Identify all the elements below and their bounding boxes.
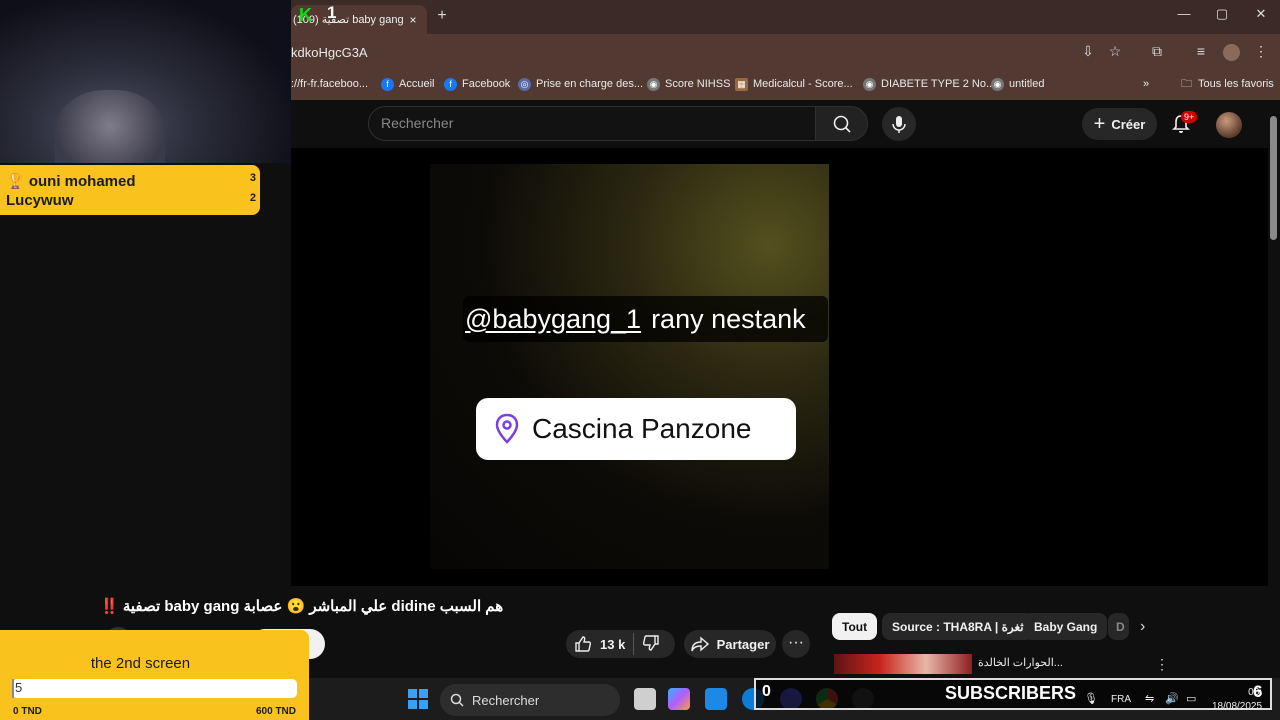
minimize-button[interactable]: —	[1172, 6, 1196, 26]
scrollbar-thumb[interactable]	[1270, 116, 1277, 240]
facebook-icon: f	[381, 77, 394, 91]
leaderboard-row: 🏆 ouni mohamed 3	[6, 172, 256, 190]
all-favorites-folder[interactable]: 🗀 Tous les favoris	[1181, 76, 1274, 92]
create-button[interactable]: + Créer	[1082, 108, 1157, 140]
volume-icon[interactable]: 🔊	[1165, 692, 1179, 705]
globe-icon: ◉	[647, 77, 660, 91]
share-icon	[690, 636, 709, 652]
copilot-icon[interactable]	[668, 688, 690, 710]
recommended-thumbnail[interactable]	[834, 654, 972, 674]
profile-avatar[interactable]	[1223, 44, 1240, 61]
thumbs-up-icon	[575, 636, 592, 652]
recommended-title[interactable]: الحوارات الخالدة...	[978, 656, 1063, 669]
bookmark-item[interactable]: f Facebook	[444, 76, 510, 92]
microphone-tray-icon[interactable]: 🎙	[1084, 692, 1098, 705]
like-button[interactable]: 13 k	[566, 635, 625, 653]
more-actions-button[interactable]: ···	[782, 630, 810, 658]
nihss-icon: ◎	[518, 77, 531, 91]
notification-badge: 9+	[1181, 111, 1198, 123]
install-app-icon[interactable]: ⇩	[1079, 43, 1097, 61]
address-bar[interactable]: kdkoHgcG3A	[291, 45, 368, 60]
dislike-button[interactable]	[642, 634, 660, 655]
leaderboard-widget: 🏆 ouni mohamed 3 Lucywuw 2	[0, 165, 260, 215]
video-handle-caption: @babygang_1 rany nestank	[463, 296, 828, 342]
file-explorer-icon[interactable]	[634, 688, 656, 710]
webcam-overlay	[0, 0, 291, 163]
bookmark-item[interactable]: ◉ untitled	[991, 76, 1044, 92]
folder-icon: 🗀	[1181, 77, 1192, 90]
overlay-big-number: 6	[1253, 682, 1263, 701]
globe-icon: ◉	[991, 77, 1004, 91]
bookmarks-more-icon[interactable]: »	[1143, 76, 1149, 92]
k-gift-label: K	[299, 5, 312, 25]
battery-icon[interactable]: ▭	[1186, 692, 1196, 705]
windows-start-icon[interactable]	[408, 689, 428, 709]
new-tab-button[interactable]: +	[434, 7, 450, 27]
facebook-icon: f	[444, 77, 457, 91]
goal-min: 0 TND	[13, 706, 42, 717]
bookmark-item[interactable]: ◎ Prise en charge des...	[518, 76, 643, 92]
subscribers-count: 0	[762, 683, 771, 700]
video-handle-suffix: rany nestank	[651, 303, 806, 334]
like-dislike-group: 13 k	[566, 630, 675, 658]
bookmark-item[interactable]: f Accueil	[381, 76, 434, 92]
chevron-right-icon[interactable]: ›	[1140, 618, 1145, 636]
maximize-button[interactable]: ▢	[1210, 6, 1234, 26]
browser-menu-icon[interactable]: ⋮	[1252, 43, 1270, 61]
goal-title: the 2nd screen	[90, 655, 191, 672]
bookmark-star-icon[interactable]: ☆	[1106, 43, 1124, 61]
extensions-icon[interactable]: ⧉	[1148, 43, 1166, 61]
video-handle: @babygang_1	[465, 303, 642, 334]
donation-goal-widget: the 2nd screen 5 0 TND 600 TND	[0, 630, 309, 720]
goal-max: 600 TND	[255, 706, 296, 717]
network-icon[interactable]: ⇋	[1145, 692, 1154, 705]
bookmark-item[interactable]: ◉ Score NIHSS	[647, 76, 730, 92]
plus-icon: +	[1093, 112, 1106, 135]
bookmark-item[interactable]: ▦ Medicalcul - Score...	[735, 76, 853, 92]
bookmark-item[interactable]: ◉ DIABETE TYPE 2 No...	[863, 76, 995, 92]
goal-progress-bar: 5	[12, 679, 297, 698]
video-frame[interactable]	[430, 164, 829, 569]
chip-truncated[interactable]: D	[1108, 613, 1129, 640]
goal-current-value: 5	[15, 680, 23, 695]
search-button[interactable]	[815, 106, 868, 141]
chip-source[interactable]: Source : THA8RA | ثغرة	[882, 613, 1034, 640]
chip-all[interactable]: Tout	[832, 613, 878, 640]
video-title: هم السبب didine علي المباشر 😮 عصابة baby…	[100, 598, 504, 615]
like-divider	[633, 633, 635, 655]
share-button[interactable]: Partager	[684, 630, 776, 658]
leaderboard-row: Lucywuw 2	[6, 192, 256, 209]
double-exclamation-icon: ‼️	[100, 598, 119, 615]
like-count: 13 k	[600, 636, 626, 652]
app-store-icon[interactable]	[705, 688, 727, 710]
close-window-button[interactable]: ✕	[1249, 6, 1273, 26]
voice-search-button[interactable]	[882, 107, 916, 141]
goal-progress-fill	[12, 679, 14, 698]
streamer-face	[55, 90, 165, 163]
reading-list-icon[interactable]: ≡	[1192, 43, 1210, 61]
location-pin-icon	[495, 413, 519, 444]
k-gift-count: 1	[327, 3, 337, 22]
location-name: Cascina Panzone	[532, 413, 752, 444]
subscribers-label: SUBSCRIBERS	[945, 683, 1077, 703]
chip-baby-gang[interactable]: Baby Gang	[1024, 613, 1108, 640]
user-avatar[interactable]	[1216, 112, 1242, 138]
globe-icon: ◉	[863, 77, 876, 91]
microphone-icon	[892, 116, 906, 133]
bookmark-item[interactable]: ://fr-fr.faceboo...	[291, 76, 368, 92]
search-icon	[833, 115, 851, 133]
clock-date: 18/08/2025	[1212, 701, 1263, 712]
tab-close-icon[interactable]: ×	[405, 13, 421, 27]
location-sticker: Cascina Panzone	[476, 398, 796, 460]
search-icon	[450, 693, 464, 707]
language-indicator[interactable]: FRA	[1111, 694, 1131, 705]
thumbs-down-icon	[643, 634, 660, 651]
taskbar-search[interactable]: Rechercher	[440, 684, 620, 716]
medicalcul-icon: ▦	[735, 77, 748, 91]
recommended-menu-icon[interactable]: ⋮	[1155, 656, 1169, 673]
search-input[interactable]: Rechercher	[368, 106, 816, 141]
